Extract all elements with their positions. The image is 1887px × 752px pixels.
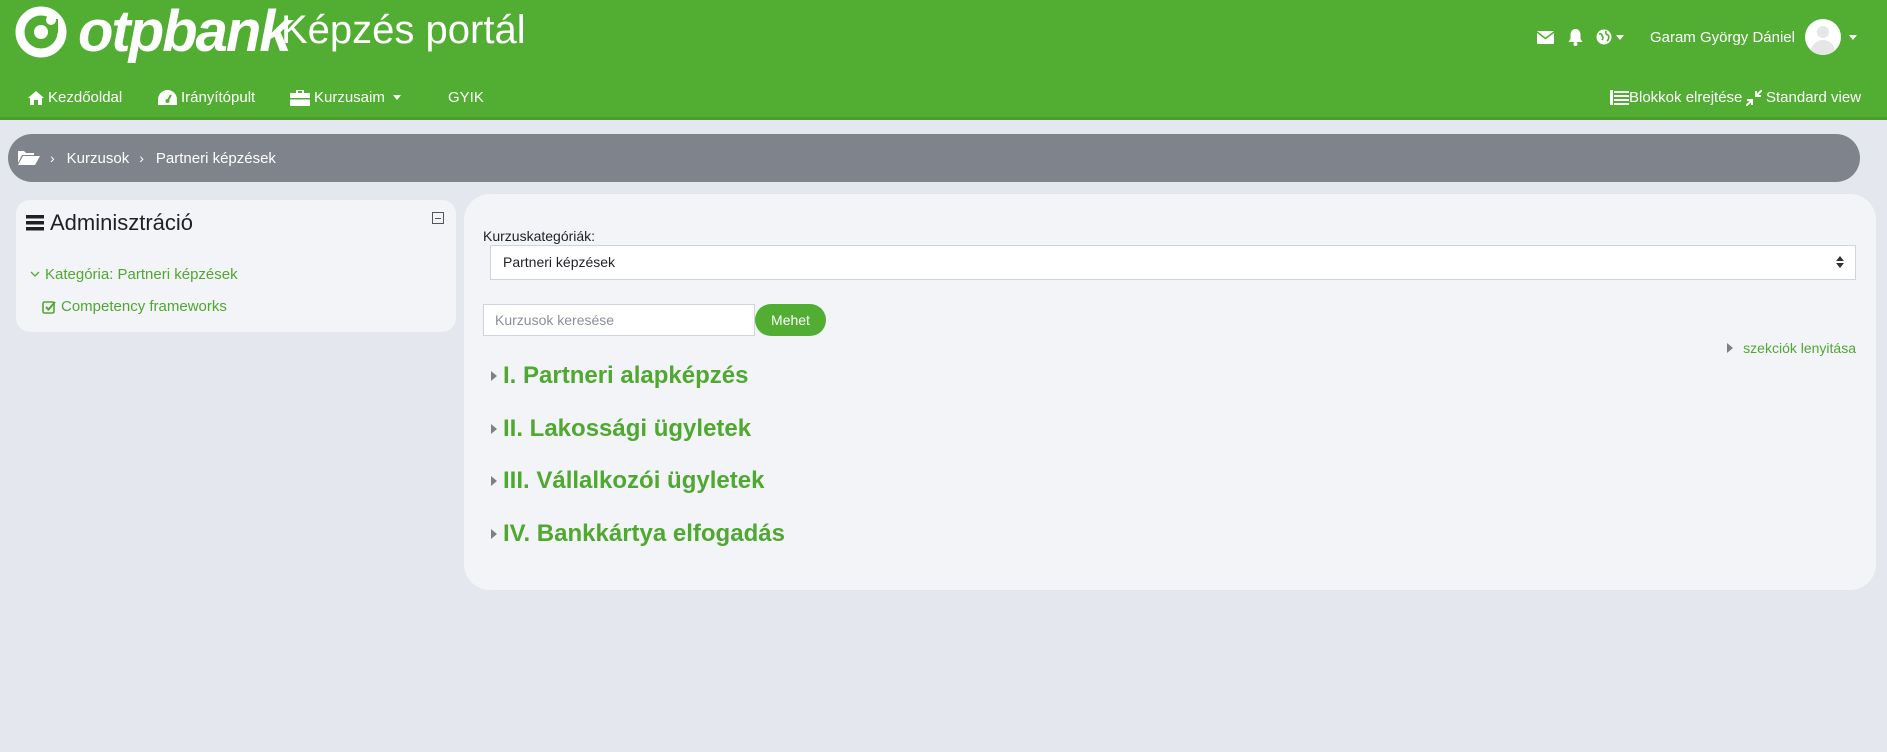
bell-icon[interactable] xyxy=(1566,27,1586,47)
select-arrows-icon xyxy=(1836,256,1844,268)
nav-dashboard-label: Irányítópult xyxy=(181,89,256,106)
caret-right-icon xyxy=(1727,343,1734,353)
admin-category-node[interactable]: Kategória: Partneri képzések xyxy=(30,266,238,283)
course-section[interactable]: I. Partneri alapképzés xyxy=(491,362,748,390)
portal-title: Képzés portál xyxy=(281,8,526,52)
caret-right-icon xyxy=(491,424,497,434)
category-select[interactable]: Partneri képzések xyxy=(490,245,1856,280)
chevron-down-icon xyxy=(1615,34,1624,40)
nav-my-courses-label: Kurzusaim xyxy=(314,89,385,106)
otp-logo[interactable]: otpbank xyxy=(14,0,292,64)
caret-right-icon xyxy=(491,371,497,381)
nav-home[interactable]: Kezdőoldal xyxy=(28,89,122,106)
caret-right-icon xyxy=(491,476,497,486)
administration-title: Adminisztráció xyxy=(26,210,193,236)
course-search-input[interactable] xyxy=(483,304,755,336)
administration-block: Adminisztráció Kategória: Partneri képzé… xyxy=(16,200,456,332)
course-section[interactable]: II. Lakossági ügyletek xyxy=(491,415,751,443)
expand-all-sections-link[interactable]: szekciók lenyitása xyxy=(1727,340,1856,356)
bars-icon xyxy=(26,215,44,231)
nav-dashboard[interactable]: Irányítópult xyxy=(158,89,255,106)
admin-category-label: Kategória: Partneri képzések xyxy=(45,266,238,283)
nav-my-courses[interactable]: Kurzusaim xyxy=(290,89,401,106)
main-content: Kurzuskategóriák: Partneri képzések Mehe… xyxy=(464,194,1876,590)
header: otpbank Képzés portál Garam György Dánie… xyxy=(0,0,1887,120)
nav-faq-label: GYIK xyxy=(448,89,484,106)
home-icon xyxy=(28,90,44,105)
nav-faq[interactable]: GYIK xyxy=(448,89,484,106)
breadcrumb: › Kurzusok › Partneri képzések xyxy=(8,134,1860,182)
expand-all-label: szekciók lenyitása xyxy=(1743,340,1856,356)
dashboard-icon xyxy=(158,90,177,105)
user-menu-area: Garam György Dániel xyxy=(1536,18,1857,56)
course-section-title: IV. Bankkártya elfogadás xyxy=(503,520,785,547)
collapse-block-icon[interactable] xyxy=(432,212,444,224)
course-section-title: III. Vállalkozói ügyletek xyxy=(503,467,765,494)
standard-view-button[interactable]: Standard view xyxy=(1746,89,1861,106)
globe-icon[interactable] xyxy=(1596,27,1624,47)
breadcrumb-separator-icon: › xyxy=(50,150,55,166)
breadcrumb-item-courses[interactable]: Kurzusok xyxy=(67,150,130,167)
list-icon xyxy=(1610,90,1629,105)
course-section-title: II. Lakossági ügyletek xyxy=(503,415,752,442)
user-menu-chevron-icon[interactable] xyxy=(1849,34,1857,40)
chevron-down-icon xyxy=(392,95,401,100)
course-section[interactable]: IV. Bankkártya elfogadás xyxy=(491,520,785,548)
admin-competency-label: Competency frameworks xyxy=(61,298,227,315)
briefcase-icon xyxy=(290,89,310,106)
nav-home-label: Kezdőoldal xyxy=(48,89,123,106)
compress-icon xyxy=(1746,89,1762,106)
category-select-label: Kurzuskategóriák: xyxy=(483,228,596,244)
hide-blocks-button[interactable]: Blokkok elrejtése xyxy=(1610,89,1742,106)
breadcrumb-item-partner-trainings[interactable]: Partneri képzések xyxy=(156,150,276,167)
chevron-down-icon xyxy=(30,271,40,277)
search-go-button[interactable]: Mehet xyxy=(755,304,826,336)
caret-right-icon xyxy=(491,529,497,539)
logo-wordmark: otpbank xyxy=(78,0,292,64)
envelope-icon[interactable] xyxy=(1536,27,1556,47)
main-nav: Kezdőoldal Irányítópult Kurzusaim GYIK B… xyxy=(0,80,1887,116)
category-select-value: Partneri képzések xyxy=(503,254,616,270)
check-square-icon xyxy=(42,300,56,314)
user-name[interactable]: Garam György Dániel xyxy=(1650,29,1795,46)
otp-logo-icon xyxy=(14,5,68,59)
breadcrumb-separator-icon: › xyxy=(139,150,144,166)
avatar[interactable] xyxy=(1805,19,1841,55)
administration-title-text: Adminisztráció xyxy=(50,210,194,235)
hide-blocks-label: Blokkok elrejtése xyxy=(1629,89,1743,106)
admin-competency-frameworks-link[interactable]: Competency frameworks xyxy=(42,298,227,315)
course-section[interactable]: III. Vállalkozói ügyletek xyxy=(491,467,764,495)
standard-view-label: Standard view xyxy=(1766,89,1862,106)
course-section-title: I. Partneri alapképzés xyxy=(503,362,749,389)
folder-open-icon[interactable] xyxy=(18,150,40,166)
